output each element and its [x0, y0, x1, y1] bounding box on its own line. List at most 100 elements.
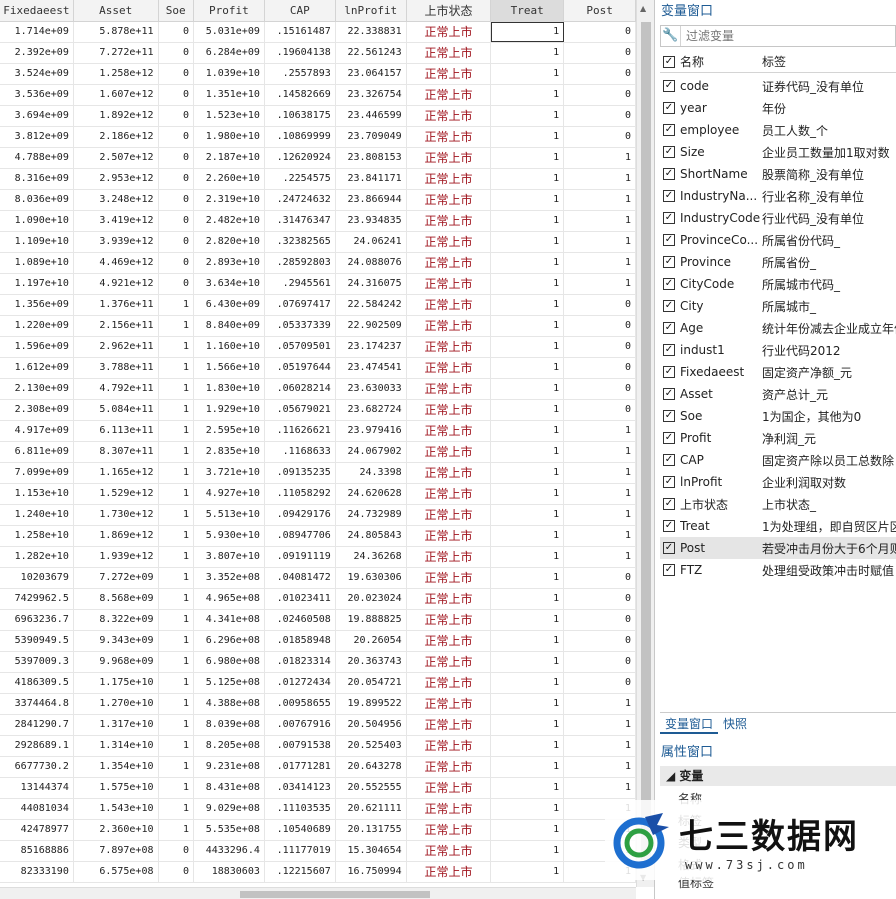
table-cell[interactable]: 正常上市 [407, 610, 492, 630]
table-cell[interactable]: 23.934835 [336, 211, 407, 231]
table-cell[interactable]: 9.968e+09 [74, 652, 159, 672]
table-cell[interactable]: 2.893e+10 [194, 253, 265, 273]
table-cell[interactable]: 1 [564, 463, 636, 483]
table-cell[interactable]: .11103535 [265, 799, 336, 819]
table-cell[interactable]: 1 [159, 505, 194, 525]
table-cell[interactable]: 1 [159, 400, 194, 420]
table-cell[interactable]: 20.26054 [336, 631, 407, 651]
table-cell[interactable]: 20.525403 [336, 736, 407, 756]
column-header[interactable]: 上市状态 [407, 0, 492, 22]
table-cell[interactable]: 1 [159, 463, 194, 483]
table-cell[interactable]: 1 [491, 253, 565, 273]
table-cell[interactable]: 20.643278 [336, 757, 407, 777]
variable-row[interactable]: ✓ ShortName 股票简称_没有单位 [660, 163, 896, 185]
table-cell[interactable]: 3.352e+08 [194, 568, 265, 588]
table-cell[interactable]: 1 [491, 190, 565, 210]
table-cell[interactable]: 1 [159, 442, 194, 462]
table-cell[interactable]: .09429176 [265, 505, 336, 525]
table-cell[interactable]: 1.258e+12 [74, 64, 159, 84]
table-cell[interactable]: 3.419e+12 [74, 211, 159, 231]
table-cell[interactable]: 5.878e+11 [74, 22, 159, 42]
table-cell[interactable]: 1.376e+11 [74, 295, 159, 315]
table-cell[interactable]: .24724632 [265, 190, 336, 210]
table-cell[interactable]: 1.356e+09 [0, 295, 74, 315]
variable-checkbox[interactable]: ✓ [663, 498, 675, 510]
table-cell[interactable]: 44081034 [0, 799, 74, 819]
table-cell[interactable]: 2.308e+09 [0, 400, 74, 420]
table-cell[interactable]: 1 [491, 694, 565, 714]
table-cell[interactable]: .2945561 [265, 274, 336, 294]
table-cell[interactable]: 正常上市 [407, 337, 492, 357]
tab-variable-window[interactable]: 变量窗口 [660, 713, 719, 734]
table-cell[interactable]: 0 [564, 568, 636, 588]
table-cell[interactable]: 0 [564, 358, 636, 378]
table-cell[interactable]: 1 [491, 274, 565, 294]
table-cell[interactable]: 0 [159, 22, 194, 42]
table-cell[interactable]: 7.272e+09 [74, 568, 159, 588]
variable-row[interactable]: ✓ lnProfit 企业利润取对数 [660, 471, 896, 493]
table-cell[interactable]: .05709501 [265, 337, 336, 357]
variable-checkbox[interactable]: ✓ [663, 476, 675, 488]
table-cell[interactable]: 正常上市 [407, 442, 492, 462]
variable-row[interactable]: ✓ Age 统计年份减去企业成立年份 [660, 317, 896, 339]
table-cell[interactable]: 0 [564, 631, 636, 651]
variable-row[interactable]: ✓ code 证券代码_没有单位 [660, 75, 896, 97]
table-cell[interactable]: .2557893 [265, 64, 336, 84]
table-cell[interactable]: 正常上市 [407, 799, 492, 819]
table-cell[interactable]: 8.036e+09 [0, 190, 74, 210]
table-cell[interactable]: 0 [159, 841, 194, 861]
variable-checkbox[interactable]: ✓ [663, 124, 675, 136]
table-cell[interactable]: 正常上市 [407, 43, 492, 63]
horizontal-scrollbar[interactable] [0, 887, 636, 899]
table-cell[interactable]: 正常上市 [407, 568, 492, 588]
label-column-header[interactable]: 标签 [762, 53, 896, 70]
variable-row[interactable]: ✓ Asset 资产总计_元 [660, 383, 896, 405]
table-cell[interactable]: 0 [159, 106, 194, 126]
table-cell[interactable]: 正常上市 [407, 127, 492, 147]
table-cell[interactable]: 0 [564, 295, 636, 315]
table-cell[interactable]: 正常上市 [407, 232, 492, 252]
table-cell[interactable]: 8.205e+08 [194, 736, 265, 756]
table-cell[interactable]: 1 [159, 421, 194, 441]
table-cell[interactable]: 1 [159, 652, 194, 672]
table-cell[interactable]: 1 [564, 484, 636, 504]
table-cell[interactable]: 1.354e+10 [74, 757, 159, 777]
table-cell[interactable]: 23.682724 [336, 400, 407, 420]
table-cell[interactable]: 3.248e+12 [74, 190, 159, 210]
table-cell[interactable]: 1.543e+10 [74, 799, 159, 819]
table-cell[interactable]: 2.507e+12 [74, 148, 159, 168]
table-cell[interactable]: .02460508 [265, 610, 336, 630]
table-cell[interactable]: 正常上市 [407, 421, 492, 441]
table-cell[interactable]: .32382565 [265, 232, 336, 252]
table-cell[interactable]: 正常上市 [407, 652, 492, 672]
table-cell[interactable]: .01771281 [265, 757, 336, 777]
table-cell[interactable]: 1.039e+10 [194, 64, 265, 84]
property-section-variable[interactable]: ◢ 变量 [660, 766, 896, 786]
table-cell[interactable]: 正常上市 [407, 148, 492, 168]
table-cell[interactable]: 0 [564, 22, 636, 42]
wrench-icon[interactable]: 🔧 [661, 26, 681, 46]
table-cell[interactable]: 7.099e+09 [0, 463, 74, 483]
variable-row[interactable]: ✓ ProvinceCo... 所属省份代码_ [660, 229, 896, 251]
variable-checkbox[interactable]: ✓ [663, 410, 675, 422]
table-cell[interactable]: 24.36268 [336, 547, 407, 567]
table-cell[interactable]: 正常上市 [407, 736, 492, 756]
column-header[interactable]: lnProfit [336, 0, 407, 22]
table-cell[interactable]: 2.319e+10 [194, 190, 265, 210]
table-cell[interactable]: 1.153e+10 [0, 484, 74, 504]
table-cell[interactable]: 1 [564, 232, 636, 252]
table-cell[interactable]: 23.808153 [336, 148, 407, 168]
table-cell[interactable]: 0 [564, 337, 636, 357]
table-cell[interactable]: 0 [564, 127, 636, 147]
table-cell[interactable]: 1 [564, 757, 636, 777]
table-cell[interactable]: 1 [491, 673, 565, 693]
table-cell[interactable]: .28592803 [265, 253, 336, 273]
table-cell[interactable]: 0 [159, 64, 194, 84]
table-cell[interactable]: 1 [159, 547, 194, 567]
variable-row[interactable]: ✓ City 所属城市_ [660, 295, 896, 317]
select-all-checkbox[interactable]: ✓ [663, 55, 675, 68]
table-cell[interactable]: 8.316e+09 [0, 169, 74, 189]
table-cell[interactable]: 5.125e+08 [194, 673, 265, 693]
table-cell[interactable]: 22.561243 [336, 43, 407, 63]
table-cell[interactable]: .11058292 [265, 484, 336, 504]
